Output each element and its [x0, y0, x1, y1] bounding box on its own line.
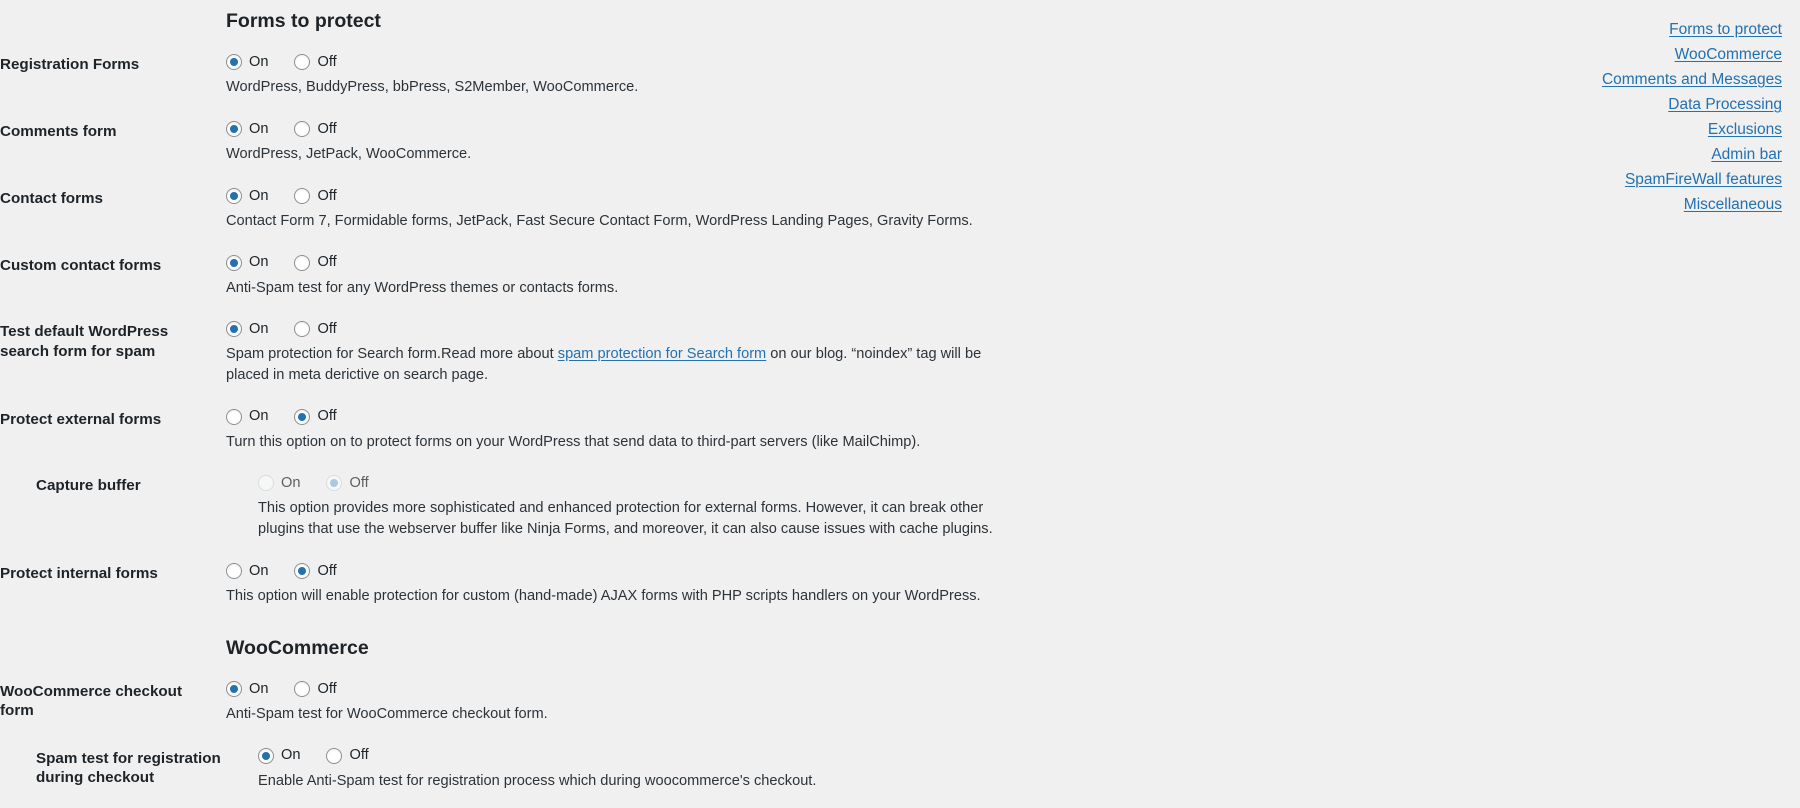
- setting-row-capture-buffer: Capture buffer On Off This option provid…: [0, 468, 1380, 539]
- setting-row-comments-form: Comments form On Off WordPress, JetPack,…: [0, 114, 1380, 165]
- setting-row-spam-test-registration-checkout: Spam test for registration during checko…: [0, 741, 1380, 792]
- radio-group-protect-internal-forms: On Off: [226, 560, 1380, 582]
- radio-group-woocommerce-checkout-form: On Off: [226, 678, 1380, 700]
- radio-circle-icon: [226, 408, 242, 425]
- radio-circle-icon: [294, 680, 311, 697]
- radio-circle-icon: [226, 121, 242, 138]
- setting-label-protect-internal-forms: Protect internal forms: [0, 564, 158, 582]
- anchor-link-forms-to-protect[interactable]: Forms to protect: [1482, 22, 1782, 38]
- radio-circle-icon: [226, 254, 242, 271]
- setting-description-capture-buffer: This option provides more sophisticated …: [258, 500, 993, 538]
- setting-description-custom-contact-forms: Anti-Spam test for any WordPress themes …: [226, 279, 619, 296]
- setting-row-protect-internal-forms: Protect internal forms On Off This optio…: [0, 556, 1380, 607]
- radio-search-form-spam-test-off[interactable]: Off: [294, 321, 337, 338]
- radio-group-spam-test-registration-checkout: On Off: [258, 745, 1380, 767]
- radio-group-comments-form: On Off: [226, 118, 1380, 140]
- radio-contact-forms-on[interactable]: On: [226, 187, 268, 204]
- radio-circle-icon: [294, 121, 311, 138]
- radio-circle-icon: [258, 747, 274, 764]
- radio-spam-test-registration-checkout-on[interactable]: On: [258, 747, 300, 764]
- radio-circle-icon: [326, 747, 343, 764]
- setting-row-protect-external-forms: Protect external forms On Off Turn this …: [0, 402, 1380, 453]
- setting-row-search-form-spam-test: Test default WordPress search form for s…: [0, 314, 1380, 385]
- radio-circle-icon: [326, 475, 343, 492]
- setting-label-registration-forms: Registration Forms: [0, 56, 140, 74]
- radio-circle-icon: [294, 321, 311, 338]
- radio-protect-internal-forms-off[interactable]: Off: [294, 562, 337, 579]
- anchor-link-exclusions[interactable]: Exclusions: [1482, 122, 1782, 138]
- anchor-link-comments-and-messages[interactable]: Comments and Messages: [1482, 72, 1782, 88]
- radio-capture-buffer-off[interactable]: Off: [326, 475, 369, 492]
- radio-circle-icon: [226, 680, 242, 697]
- radio-circle-icon: [226, 321, 242, 338]
- radio-protect-external-forms-on[interactable]: On: [226, 408, 268, 425]
- section-header-woocommerce: WooCommerce: [0, 633, 1380, 674]
- radio-search-form-spam-test-on[interactable]: On: [226, 321, 268, 338]
- setting-description-registration-forms: WordPress, BuddyPress, bbPress, S2Member…: [226, 79, 639, 96]
- setting-description-protect-external-forms: Turn this option on to protect forms on …: [226, 433, 921, 450]
- setting-label-capture-buffer: Capture buffer: [36, 477, 141, 495]
- settings-page: Forms to protect WooCommerce Comments an…: [0, 0, 1800, 808]
- radio-group-protect-external-forms: On Off: [226, 406, 1380, 428]
- radio-protect-external-forms-off[interactable]: Off: [294, 408, 337, 425]
- anchor-link-data-processing[interactable]: Data Processing: [1482, 97, 1782, 113]
- section-header-forms-to-protect: Forms to protect: [0, 6, 1380, 47]
- radio-custom-contact-forms-on[interactable]: On: [226, 254, 268, 271]
- radio-contact-forms-off[interactable]: Off: [294, 187, 337, 204]
- setting-description-protect-internal-forms: This option will enable protection for c…: [226, 587, 981, 604]
- description-text-before-link: Spam protection for Search form.Read mor…: [226, 346, 558, 363]
- radio-circle-icon: [294, 54, 311, 71]
- setting-label-contact-forms: Contact forms: [0, 189, 103, 207]
- radio-woocommerce-checkout-form-on[interactable]: On: [226, 680, 268, 697]
- radio-group-search-form-spam-test: On Off: [226, 318, 1380, 340]
- radio-spam-test-registration-checkout-off[interactable]: Off: [326, 747, 369, 764]
- anchor-link-spamfirewall-features[interactable]: SpamFireWall features: [1482, 172, 1782, 188]
- radio-group-registration-forms: On Off: [226, 51, 1380, 73]
- setting-label-custom-contact-forms: Custom contact forms: [0, 256, 162, 274]
- setting-row-contact-forms: Contact forms On Off Contact Form 7, For…: [0, 181, 1380, 232]
- radio-circle-icon: [226, 562, 242, 579]
- radio-circle-icon: [226, 54, 242, 71]
- radio-group-custom-contact-forms: On Off: [226, 252, 1380, 274]
- anchor-link-admin-bar[interactable]: Admin bar: [1482, 147, 1782, 163]
- setting-label-search-form-spam-test: Test default WordPress search form for s…: [0, 323, 169, 360]
- section-title-woocommerce: WooCommerce: [226, 636, 369, 659]
- anchor-link-miscellaneous[interactable]: Miscellaneous: [1482, 197, 1782, 213]
- setting-label-woocommerce-checkout-form: WooCommerce checkout form: [0, 682, 183, 720]
- setting-label-spam-test-registration-checkout: Spam test for registration during checko…: [36, 749, 221, 787]
- anchor-navigation: Forms to protect WooCommerce Comments an…: [1482, 22, 1782, 213]
- radio-registration-forms-off[interactable]: Off: [294, 54, 337, 71]
- radio-protect-internal-forms-on[interactable]: On: [226, 562, 268, 579]
- setting-label-comments-form: Comments form: [0, 123, 117, 141]
- setting-row-woocommerce-checkout-form: WooCommerce checkout form On Off Anti-Sp…: [0, 674, 1380, 725]
- setting-description-comments-form: WordPress, JetPack, WooCommerce.: [226, 146, 472, 163]
- radio-comments-form-on[interactable]: On: [226, 121, 268, 138]
- setting-description-spam-test-registration-checkout: Enable Anti-Spam test for registration p…: [258, 772, 817, 789]
- setting-row-registration-forms: Registration Forms On Off WordPress, Bud…: [0, 47, 1380, 98]
- setting-description-search-form-spam-test: Spam protection for Search form.Read mor…: [226, 344, 996, 385]
- setting-row-custom-contact-forms: Custom contact forms On Off Anti-Spam te…: [0, 248, 1380, 299]
- radio-group-contact-forms: On Off: [226, 185, 1380, 207]
- radio-comments-form-off[interactable]: Off: [294, 121, 337, 138]
- radio-circle-icon: [258, 475, 274, 492]
- radio-circle-icon: [226, 187, 242, 204]
- radio-circle-icon: [294, 187, 311, 204]
- anchor-link-woocommerce[interactable]: WooCommerce: [1482, 47, 1782, 63]
- setting-description-woocommerce-checkout-form: Anti-Spam test for WooCommerce checkout …: [226, 705, 548, 722]
- setting-label-protect-external-forms: Protect external forms: [0, 410, 162, 428]
- setting-description-contact-forms: Contact Form 7, Formidable forms, JetPac…: [226, 212, 973, 229]
- radio-capture-buffer-on[interactable]: On: [258, 475, 300, 492]
- radio-circle-icon: [294, 254, 311, 271]
- radio-circle-icon: [294, 562, 311, 579]
- radio-custom-contact-forms-off[interactable]: Off: [294, 254, 337, 271]
- section-title-forms-to-protect: Forms to protect: [226, 10, 381, 32]
- radio-group-capture-buffer: On Off: [258, 472, 1380, 494]
- radio-circle-icon: [294, 408, 311, 425]
- radio-woocommerce-checkout-form-off[interactable]: Off: [294, 680, 337, 697]
- section-header-spacer: [0, 633, 226, 641]
- settings-form: Forms to protect Registration Forms On O…: [0, 0, 1380, 808]
- spam-protection-search-form-link[interactable]: spam protection for Search form: [558, 346, 766, 362]
- section-header-spacer: [0, 6, 226, 14]
- radio-registration-forms-on[interactable]: On: [226, 54, 268, 71]
